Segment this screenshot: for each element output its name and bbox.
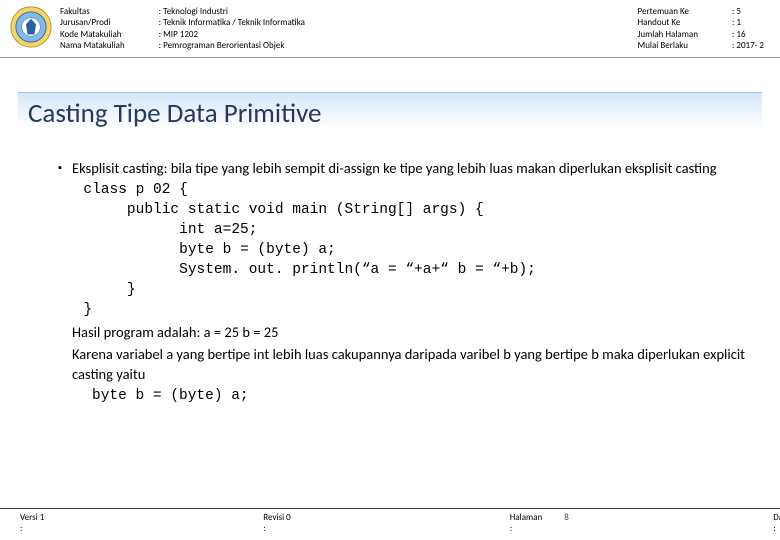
code-block: class p 02 { public static void main (St…	[66, 180, 746, 320]
value-nama: : Pemrograman Berorientasi Objek	[159, 40, 305, 51]
footer-versi: Versi : 1	[20, 512, 44, 534]
footer-revisi: Revisi : 0	[263, 512, 290, 534]
slide-title-bar: Casting Tipe Data Primitive	[18, 92, 762, 136]
slide-content: ▪ Eksplisit casting: bila tipe yang lebi…	[0, 136, 780, 406]
label-mulai: Mulai Berlaku	[638, 40, 698, 51]
header-right-values: : 5 : 1 : 16 : 2017- 2	[728, 6, 764, 51]
label-jurusan: Jurusan/Prodi	[60, 17, 125, 28]
label-kode: Kode Matakuliah	[60, 29, 125, 40]
value-jurusan: : Teknik Informatika / Teknik Informatik…	[159, 17, 305, 28]
footer-dari: Dari : 16	[773, 512, 780, 534]
footer-halaman: Halaman : 8	[510, 512, 569, 534]
document-footer: Versi : 1 Revisi : 0 Halaman : 8 Dari : …	[0, 508, 780, 540]
header-left-labels: Fakultas Jurusan/Prodi Kode Matakuliah N…	[60, 6, 125, 51]
label-jumlah: Jumlah Halaman	[638, 29, 698, 40]
value-mulai: : 2017- 2	[732, 40, 764, 51]
revisi-label: Revisi :	[263, 512, 284, 534]
explain-text: Karena variabel a yang bertipe int lebih…	[72, 344, 746, 384]
document-header: Fakultas Jurusan/Prodi Kode Matakuliah N…	[0, 0, 780, 58]
value-pertemuan: : 5	[732, 6, 764, 17]
value-jumlah: : 16	[732, 29, 764, 40]
label-pertemuan: Pertemuan Ke	[638, 6, 698, 17]
label-nama: Nama Matakuliah	[60, 40, 125, 51]
dari-label: Dari :	[773, 512, 780, 534]
header-left-values: : Teknologi Industri : Teknik Informatik…	[155, 6, 638, 51]
page-title: Casting Tipe Data Primitive	[28, 97, 752, 130]
label-fakultas: Fakultas	[60, 6, 125, 17]
halaman-label: Halaman :	[510, 512, 543, 534]
result-text: Hasil program adalah: a = 25 b = 25	[72, 322, 746, 342]
institution-logo	[10, 6, 52, 48]
label-handout: Handout Ke	[638, 17, 698, 28]
header-right-labels: Pertemuan Ke Handout Ke Jumlah Halaman M…	[638, 6, 698, 51]
value-handout: : 1	[732, 17, 764, 28]
bullet-text: Eksplisit casting: bila tipe yang lebih …	[72, 159, 717, 177]
value-fakultas: : Teknologi Industri	[159, 6, 305, 17]
versi-label: Versi :	[20, 512, 38, 534]
cast-code: byte b = (byte) a;	[92, 386, 746, 406]
value-kode: : MIP 1202	[159, 29, 305, 40]
